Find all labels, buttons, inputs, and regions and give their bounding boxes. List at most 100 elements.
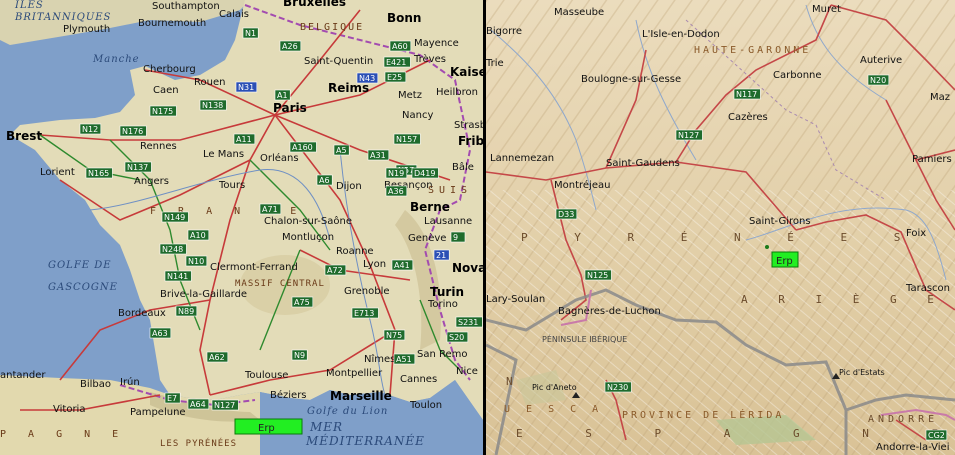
road-shield: A41 (391, 259, 414, 271)
erp-marker-label: Erp (776, 256, 793, 267)
svg-text:21: 21 (436, 251, 446, 260)
pyrenees-label: P Y R É N É E S (521, 231, 920, 244)
road-shield: A6 (316, 174, 333, 186)
road-shield: N248 (159, 243, 187, 255)
svg-text:N127: N127 (214, 401, 235, 410)
pyrenees-map-canvas[interactable]: Masseube Bigorre L'Isle-en-Dodon Muret T… (486, 0, 955, 455)
city-label: Cherbourg (143, 64, 196, 75)
svg-text:A51: A51 (396, 355, 412, 364)
svg-text:N176: N176 (122, 127, 143, 136)
city-label: Grenoble (344, 286, 390, 297)
city-label: Irún (120, 376, 140, 388)
erp-marker[interactable]: Erp (234, 418, 303, 435)
road-shield: A72 (324, 264, 347, 276)
svg-text:A60: A60 (392, 42, 408, 51)
road-shield: N141 (164, 270, 192, 282)
svg-text:A5: A5 (336, 146, 347, 155)
road-shield: A64 (187, 398, 210, 410)
city-label: Auterive (860, 55, 902, 66)
city-label: Bagnères-de-Luchon (558, 305, 661, 317)
road-shield: N89 (175, 305, 198, 317)
city-label: Plymouth (63, 24, 110, 35)
pyrenees-label: LES PYRÉNÉES (160, 437, 237, 449)
svg-text:N89: N89 (178, 307, 194, 316)
city-label: L'Isle-en-Dodon (642, 29, 720, 40)
road-shield: A75 (291, 296, 314, 308)
city-label: Bournemouth (138, 18, 206, 29)
road-shield: N176 (119, 125, 147, 137)
svg-text:A6: A6 (319, 176, 330, 185)
road-shield: N230 (604, 381, 632, 393)
city-label: Bâle (452, 161, 474, 173)
svg-text:N75: N75 (386, 331, 402, 340)
svg-text:N12: N12 (82, 125, 98, 134)
golfe-label: GOLFE DE (48, 260, 112, 271)
city-label: Lausanne (424, 216, 472, 227)
road-shield: A36 (385, 185, 408, 197)
erp-marker-label: Erp (258, 423, 275, 434)
road-shield: A62 (206, 351, 229, 363)
svg-text:S231: S231 (458, 318, 478, 327)
city-label: Southampton (152, 1, 220, 12)
city-label: Marseille (330, 389, 392, 403)
road-shield: N127 (675, 129, 703, 141)
erp-location-dot (765, 245, 769, 249)
svg-text:A62: A62 (209, 353, 225, 362)
road-shield: N149 (161, 211, 189, 223)
city-label: Trèves (413, 53, 446, 65)
svg-text:N165: N165 (88, 169, 109, 178)
manche-label: Manche (92, 54, 140, 65)
city-label: Lorient (40, 167, 75, 178)
erp-marker[interactable]: Erp (771, 251, 799, 268)
city-label: Roanne (336, 246, 374, 257)
city-label: Saint-Gaudens (606, 158, 680, 169)
andorre-label: ANDORRE (868, 414, 938, 425)
city-label: Brive-la-Gaillarde (160, 289, 247, 300)
city-label: Andorre-la-Viei (876, 442, 950, 453)
city-label: Pamiers (912, 154, 952, 165)
city-label: Bilbao (80, 379, 111, 390)
ariege-label: A R I È G E (741, 293, 946, 306)
road-shield: N127 (211, 399, 239, 411)
massif-central-label: MASSIF CENTRAL (235, 279, 325, 289)
mediterranee-label: MÉDITERRANÉE (305, 433, 425, 448)
city-label: Berne (410, 200, 450, 214)
road-shield: N12 (79, 123, 102, 135)
gascogne-label: GASCOGNE (48, 282, 118, 293)
svg-text:A64: A64 (190, 400, 206, 409)
svg-text:A71: A71 (262, 205, 278, 214)
road-shield: A26 (279, 40, 302, 52)
city-label: Maz (930, 92, 950, 103)
city-label: Montpellier (326, 368, 383, 379)
city-label: Fribo (458, 134, 483, 148)
svg-text:9: 9 (453, 233, 458, 242)
suisse-label: SUIS (428, 185, 472, 196)
city-label: Carbonne (773, 70, 822, 81)
svg-text:CG2: CG2 (928, 431, 945, 440)
france-map-canvas[interactable]: Paris Reims Marseille Bruxelles Bonn Ply… (0, 0, 483, 455)
svg-text:A11: A11 (236, 135, 252, 144)
city-label: Novare (452, 261, 483, 275)
road-shield: E25 (384, 71, 407, 83)
city-label: Pic d'Estats (839, 368, 885, 377)
city-label: Genève (408, 232, 446, 244)
city-label: Bigorre (486, 26, 522, 37)
city-label: Nice (456, 366, 478, 377)
road-shield: D419 (411, 167, 439, 179)
road-shield: A51 (393, 353, 416, 365)
road-shield: N31 (235, 81, 258, 93)
road-shield: N43 (356, 72, 379, 84)
britanniques-label: BRITANNIQUES (14, 12, 111, 23)
france-overview-map[interactable]: Paris Reims Marseille Bruxelles Bonn Ply… (0, 0, 483, 455)
pyrenees-detail-map[interactable]: Masseube Bigorre L'Isle-en-Dodon Muret T… (486, 0, 955, 455)
city-label: Pampelune (130, 407, 186, 418)
road-shield: N138 (199, 99, 227, 111)
city-label: Toulouse (244, 370, 288, 381)
city-label: Heilbron (436, 87, 478, 98)
city-label: Boulogne-sur-Gesse (581, 74, 681, 85)
city-label: Le Mans (203, 149, 244, 160)
road-shield: N20 (867, 74, 890, 86)
road-shield: N165 (85, 167, 113, 179)
road-shield: 9 (450, 231, 466, 243)
city-label: Lary-Soulan (486, 294, 545, 305)
